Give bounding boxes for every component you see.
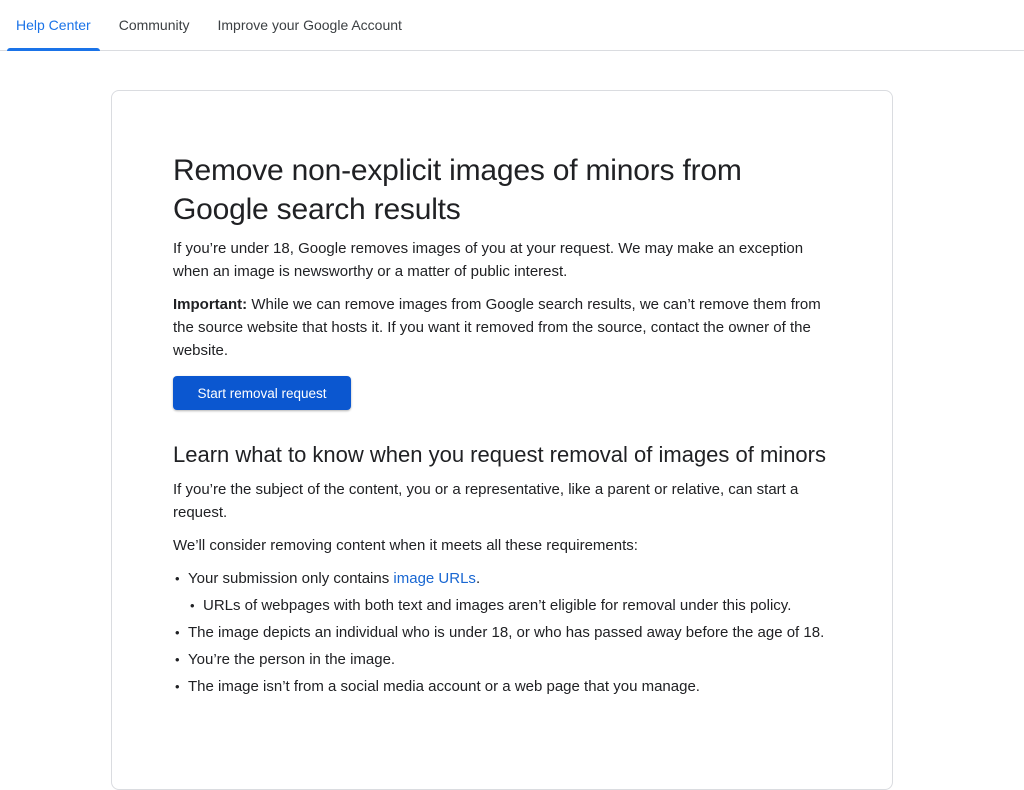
tab-help-center[interactable]: Help Center [7, 0, 100, 51]
requirement-subitem-1: URLs of webpages with both text and imag… [188, 594, 838, 617]
requirement-item-2: The image depicts an individual who is u… [173, 621, 838, 644]
top-navigation: Help Center Community Improve your Googl… [0, 0, 1024, 51]
image-urls-link[interactable]: image URLs [393, 570, 476, 587]
tab-improve-account-label: Improve your Google Account [217, 17, 402, 33]
article-card: Remove non-explicit images of minors fro… [111, 90, 893, 790]
requirement-item-3: You’re the person in the image. [173, 648, 838, 671]
req1-prefix: Your submission only contains [188, 570, 394, 587]
section-paragraph-1: If you’re the subject of the content, yo… [173, 481, 799, 521]
req1-suffix: . [475, 570, 481, 587]
section-paragraph-2: We’ll consider removing content when it … [173, 537, 638, 554]
tab-help-center-label: Help Center [16, 17, 91, 33]
start-removal-request-button[interactable]: Start removal request [173, 376, 351, 410]
section-title: Learn what to know when you request remo… [173, 442, 826, 467]
tab-improve-account[interactable]: Improve your Google Account [209, 0, 411, 50]
article-content: Remove non-explicit images of minors fro… [173, 151, 838, 702]
important-text: While we can remove images from Google s… [173, 296, 821, 359]
tab-community[interactable]: Community [110, 0, 199, 50]
tab-community-label: Community [118, 17, 190, 33]
requirements-list: Your submission only contains image URLs… [173, 567, 838, 698]
important-label: Important: [173, 296, 248, 313]
requirement-item-1: Your submission only contains image URLs… [173, 567, 838, 590]
intro-paragraph: If you’re under 18, Google removes image… [173, 240, 804, 280]
requirement-item-4: The image isn’t from a social media acco… [173, 675, 838, 698]
page-title: Remove non-explicit images of minors fro… [173, 154, 742, 226]
important-paragraph: Important: While we can remove images fr… [173, 293, 838, 362]
